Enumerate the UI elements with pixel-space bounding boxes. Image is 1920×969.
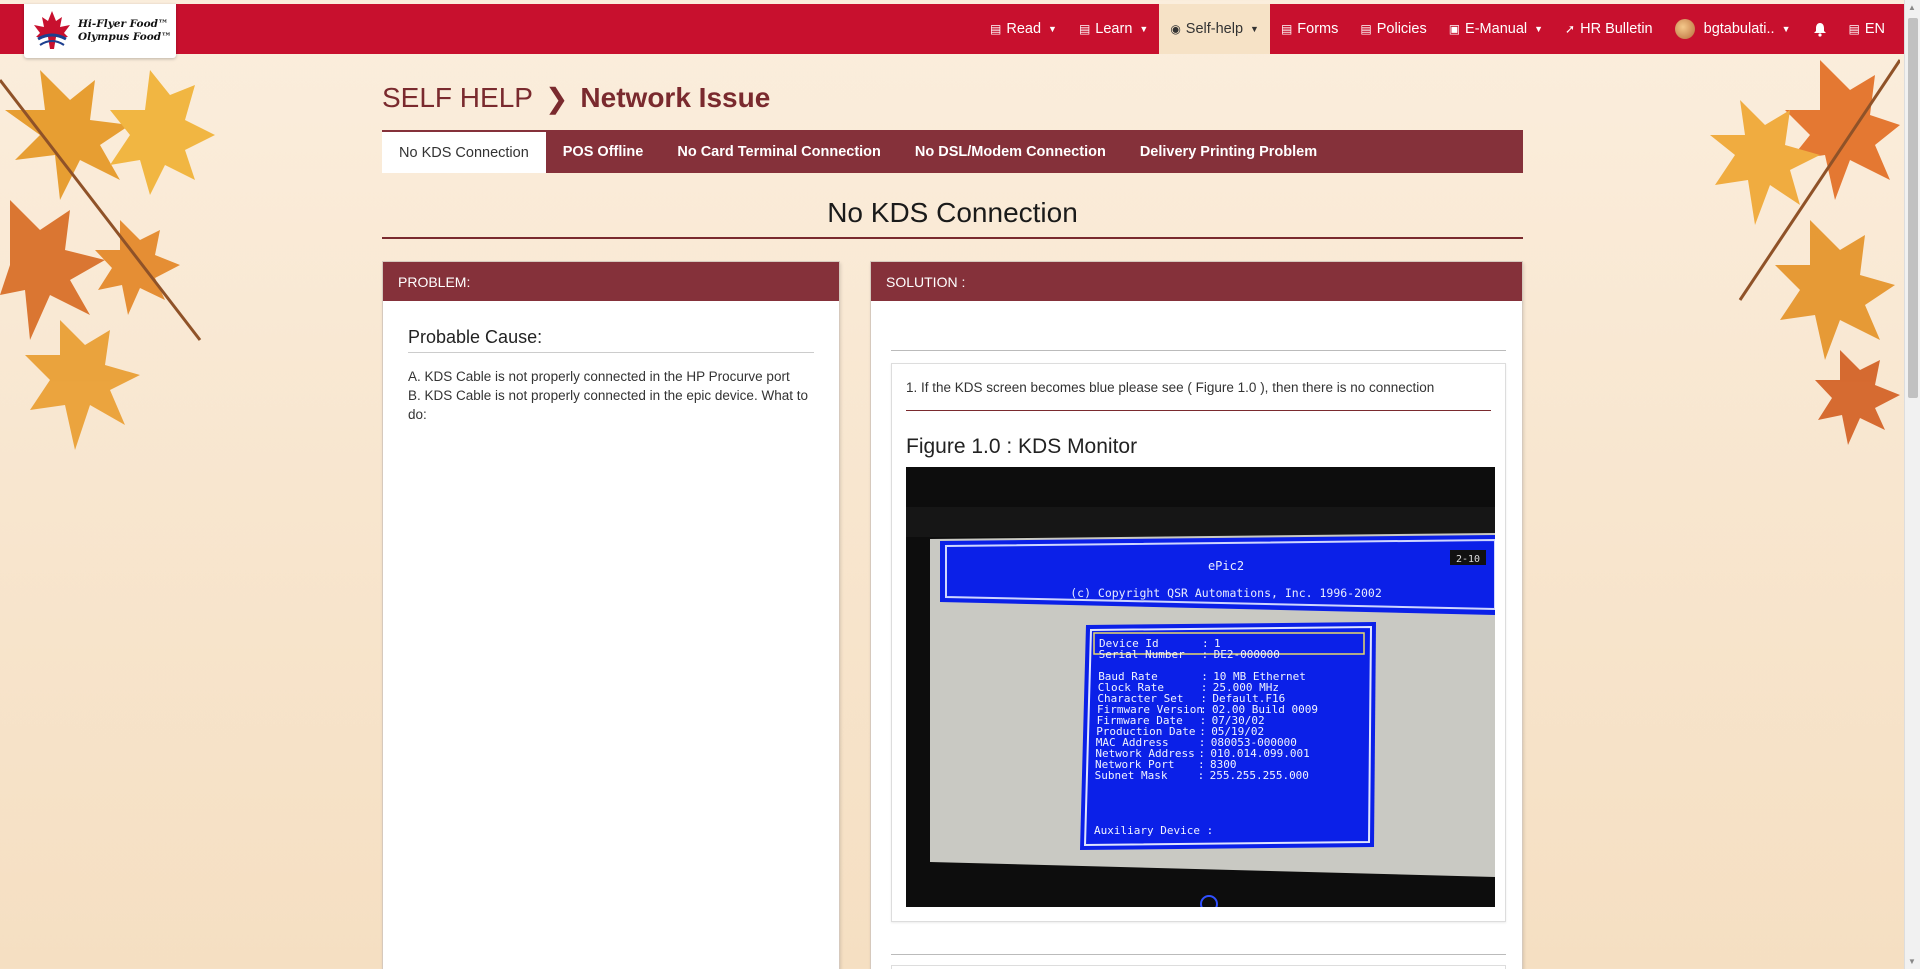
form-icon: ▤ xyxy=(1280,22,1293,36)
company-logo[interactable]: Hi-Flyer Food™ Olympus Food™ xyxy=(24,4,176,58)
tab-no-kds-connection[interactable]: No KDS Connection xyxy=(382,132,546,173)
pin-icon: ➚ xyxy=(1565,22,1576,36)
cause-line-b: B. KDS Cable is not properly connected i… xyxy=(408,388,808,422)
problem-body: Probable Cause: A. KDS Cable is not prop… xyxy=(383,301,839,450)
language-icon: ▤ xyxy=(1848,22,1860,36)
tab-delivery-printing-problem[interactable]: Delivery Printing Problem xyxy=(1123,130,1334,173)
kds-monitor-photo: ePic2 (c) Copyright QSR Automations, Inc… xyxy=(906,467,1495,907)
breadcrumb-parent[interactable]: SELF HELP xyxy=(382,82,533,114)
brand-line-2: Olympus Food™ xyxy=(78,31,172,43)
book-icon: ▤ xyxy=(1078,22,1091,36)
screen-setting-key: Subnet Mask xyxy=(1095,769,1168,782)
solution-step-card: 1. If the KDS screen becomes blue please… xyxy=(891,363,1506,922)
screen-setting-colon: : xyxy=(1202,648,1209,661)
nav-self-help[interactable]: ◉ Self-help ▼ xyxy=(1159,4,1270,54)
main-content: SELF HELP ❯ Network Issue No KDS Connect… xyxy=(382,54,1523,969)
chevron-right-icon: ❯ xyxy=(544,82,569,114)
problem-header: PROBLEM: xyxy=(383,262,839,301)
nav-e-manual-label: E-Manual xyxy=(1465,21,1528,37)
issue-tabs: No KDS Connection POS Offline No Card Te… xyxy=(382,130,1523,173)
scroll-up-arrow-icon[interactable]: ▲ xyxy=(1908,3,1916,12)
solution-body: 1. If the KDS screen becomes blue please… xyxy=(871,301,1522,969)
content-columns: PROBLEM: Probable Cause: A. KDS Cable is… xyxy=(382,261,1523,969)
brand-line-1: Hi-Flyer Food™ xyxy=(78,18,169,30)
avatar xyxy=(1674,19,1695,39)
policy-icon: ▤ xyxy=(1360,22,1372,36)
manual-icon: ▣ xyxy=(1448,22,1461,36)
screen-aux-device: Auxiliary Device : xyxy=(1094,824,1213,837)
solution-step-1: 1. If the KDS screen becomes blue please… xyxy=(906,380,1491,411)
user-name: bgtabulati.. xyxy=(1703,21,1775,37)
screen-title: ePic2 xyxy=(1208,559,1244,573)
chevron-down-icon: ▼ xyxy=(1534,24,1544,34)
probable-cause-text: A. KDS Cable is not properly connected i… xyxy=(408,367,814,424)
maple-leaf-logo-icon xyxy=(34,11,70,49)
brand-name: Hi-Flyer Food™ Olympus Food™ xyxy=(78,18,172,44)
user-menu[interactable]: bgtabulati.. ▼ xyxy=(1664,4,1802,54)
solution-header: SOLUTION : xyxy=(871,262,1522,301)
screen-setting-value: 255.255.255.000 xyxy=(1210,769,1309,782)
main-nav: ▤ Read ▼ ▤ Learn ▼ ◉ Self-help ▼ ▤ Forms… xyxy=(979,4,1896,54)
tab-no-card-terminal-connection[interactable]: No Card Terminal Connection xyxy=(660,130,898,173)
bell-icon xyxy=(1813,22,1826,37)
figure-title: Figure 1.0 : KDS Monitor xyxy=(906,435,1138,458)
screen-corner: 2-10 xyxy=(1456,554,1480,565)
screen-setting-value: DE2-000000 xyxy=(1214,648,1280,661)
page-scrollbar[interactable]: ▲ ▼ xyxy=(1904,0,1920,969)
screen-copyright: (c) Copyright QSR Automations, Inc. 1996… xyxy=(1070,586,1382,600)
nav-hr-bulletin[interactable]: ➚ HR Bulletin xyxy=(1554,4,1664,54)
chevron-down-icon: ▼ xyxy=(1781,24,1791,34)
breadcrumb: SELF HELP ❯ Network Issue xyxy=(382,78,1523,118)
nav-policies[interactable]: ▤ Policies xyxy=(1349,4,1437,54)
scrollbar-thumb[interactable] xyxy=(1908,18,1918,398)
solution-panel: SOLUTION : 1. If the KDS screen becomes … xyxy=(870,261,1523,969)
scroll-down-arrow-icon[interactable]: ▼ xyxy=(1908,957,1916,966)
autumn-leaves-right-decoration xyxy=(1710,59,1900,445)
notifications-button[interactable] xyxy=(1802,4,1838,54)
nav-policies-label: Policies xyxy=(1376,21,1427,37)
tab-pos-offline[interactable]: POS Offline xyxy=(546,130,661,173)
screen-setting-colon: : xyxy=(1198,769,1205,782)
nav-learn-label: Learn xyxy=(1095,21,1133,37)
nav-learn[interactable]: ▤ Learn ▼ xyxy=(1068,4,1159,54)
kds-monitor-screen: ePic2 (c) Copyright QSR Automations, Inc… xyxy=(906,467,1495,907)
nav-hr-bulletin-label: HR Bulletin xyxy=(1580,21,1653,37)
nav-read-label: Read xyxy=(1006,21,1042,37)
cause-line-a: A. KDS Cable is not properly connected i… xyxy=(408,369,790,384)
tab-no-dsl-modem-connection[interactable]: No DSL/Modem Connection xyxy=(898,130,1123,173)
language-selector[interactable]: ▤ EN xyxy=(1838,4,1897,54)
nav-self-help-label: Self-help xyxy=(1185,21,1244,37)
screen-setting-key: Serial Number xyxy=(1099,648,1185,661)
chevron-down-icon: ▼ xyxy=(1048,24,1057,34)
problem-panel: PROBLEM: Probable Cause: A. KDS Cable is… xyxy=(382,261,840,969)
chevron-down-icon: ▼ xyxy=(1139,24,1149,34)
lifebuoy-icon: ◉ xyxy=(1170,22,1181,36)
solution-step-card xyxy=(891,965,1506,969)
nav-e-manual[interactable]: ▣ E-Manual ▼ xyxy=(1438,4,1554,54)
nav-forms-label: Forms xyxy=(1297,21,1339,37)
nav-forms[interactable]: ▤ Forms xyxy=(1270,4,1349,54)
section-title: No KDS Connection xyxy=(382,197,1523,239)
top-navbar: Hi-Flyer Food™ Olympus Food™ ▤ Read ▼ ▤ … xyxy=(0,4,1906,58)
autumn-leaves-left-decoration xyxy=(0,70,215,450)
probable-cause-title: Probable Cause: xyxy=(408,327,814,353)
newspaper-icon: ▤ xyxy=(990,22,1002,36)
breadcrumb-current: Network Issue xyxy=(580,82,771,113)
divider xyxy=(891,350,1506,351)
language-label: EN xyxy=(1864,21,1885,37)
nav-read[interactable]: ▤ Read ▼ xyxy=(979,4,1068,54)
divider xyxy=(891,954,1506,955)
chevron-down-icon: ▼ xyxy=(1250,24,1259,34)
